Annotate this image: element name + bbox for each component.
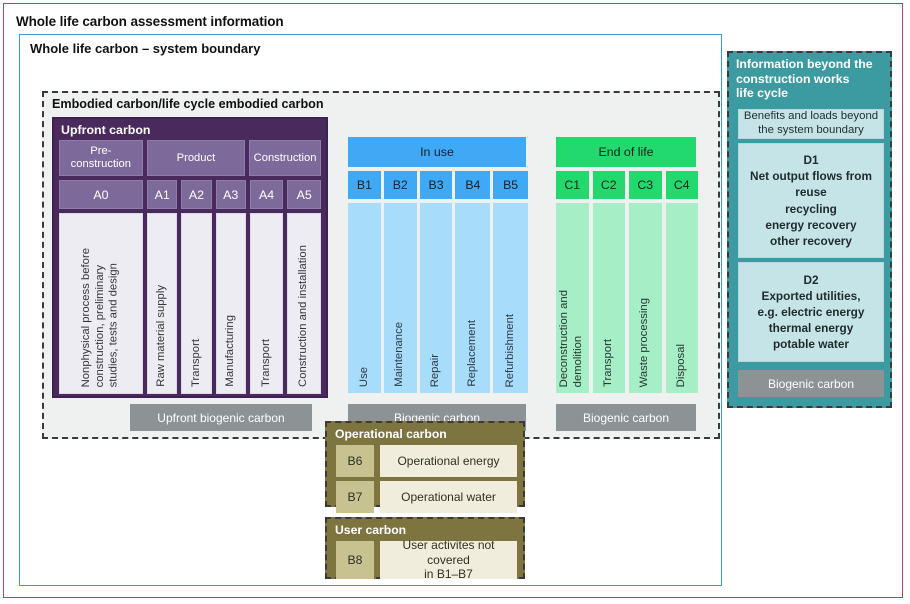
in-use-group: In use B1 B2 B3 B4 B5 Use Maintenance Re… [348, 137, 529, 393]
phase-pre-construction: Pre- construction [59, 140, 143, 176]
module-label: Transport [189, 339, 202, 387]
module-label: Repair [429, 353, 442, 387]
code-c3: C3 [629, 171, 662, 199]
code-a5: A5 [287, 180, 322, 209]
module-b2: Maintenance [383, 203, 417, 393]
user-row-b8: B8 User activites not covered in B1–B7 [336, 538, 517, 581]
upfront-module-row: Nonphysical process before construction,… [59, 213, 322, 394]
module-label: Nonphysical process before construction,… [80, 247, 120, 387]
end-of-life-header: End of life [556, 137, 696, 167]
module-a2: Transport [181, 213, 212, 394]
code-b4: B4 [455, 171, 491, 199]
module-b1: Use [348, 203, 381, 393]
module-label: Use [357, 366, 370, 387]
upfront-carbon-panel: Upfront carbon Pre- construction Product… [52, 117, 328, 398]
module-label: Manufacturing [223, 315, 236, 387]
module-label: Transport [601, 339, 614, 387]
phase-label: Construction [253, 151, 317, 164]
card-d1: D1 Net output flows from reuse recycling… [738, 143, 884, 258]
embodied-carbon-box: Embodied carbon/life cycle embodied carb… [42, 91, 720, 439]
code-a3: A3 [215, 180, 246, 209]
module-c1: Deconstruction and demolition [556, 203, 589, 393]
code-b6: B6 [336, 445, 374, 477]
code-a0: A0 [59, 180, 144, 209]
module-label: Transport [259, 339, 272, 387]
label-b6: Operational energy [380, 445, 517, 477]
code-a2: A2 [181, 180, 212, 209]
module-a0: Nonphysical process before construction,… [59, 213, 144, 394]
code-a1: A1 [147, 180, 178, 209]
code-b2: B2 [383, 171, 417, 199]
module-b5: Refurbishment [493, 203, 529, 393]
module-c2: Transport [592, 203, 625, 393]
module-a1: Raw material supply [147, 213, 178, 394]
user-carbon-title: User carbon [335, 523, 407, 537]
code-b3: B3 [419, 171, 453, 199]
code-c2: C2 [592, 171, 625, 199]
end-of-life-module-row: Deconstruction and demolition Transport … [556, 203, 698, 393]
module-b4: Replacement [455, 203, 491, 393]
operational-carbon-title: Operational carbon [335, 427, 447, 441]
module-c4: Disposal [665, 203, 698, 393]
module-a4: Transport [249, 213, 284, 394]
in-use-module-row: Use Maintenance Repair Replacement Refur… [348, 203, 529, 393]
card-d2: D2 Exported utilities, e.g. electric ene… [738, 262, 884, 362]
module-label: Deconstruction and demolition [558, 289, 585, 387]
module-label: Construction and installation [297, 245, 310, 387]
user-carbon-box: User carbon B8 User activites not covere… [325, 517, 525, 581]
biogenic-bar-beyond: Biogenic carbon [738, 370, 884, 397]
beyond-boundary-box: Information beyond the construction work… [727, 51, 892, 408]
code-b8: B8 [336, 541, 374, 579]
code-c4: C4 [665, 171, 698, 199]
end-of-life-code-row: C1 C2 C3 C4 [556, 171, 698, 199]
phase-product: Product [146, 140, 246, 176]
system-boundary-box: Whole life carbon – system boundary Embo… [19, 34, 722, 586]
code-b5: B5 [493, 171, 529, 199]
system-boundary-title: Whole life carbon – system boundary [30, 41, 261, 56]
upfront-carbon-title: Upfront carbon [61, 123, 151, 137]
phase-construction: Construction [249, 140, 321, 176]
in-use-code-row: B1 B2 B3 B4 B5 [348, 171, 529, 199]
page-title: Whole life carbon assessment information [16, 14, 284, 29]
code-b1: B1 [348, 171, 381, 199]
label-b8: User activites not covered in B1–B7 [380, 538, 517, 581]
code-b7: B7 [336, 481, 374, 513]
module-label: Replacement [465, 320, 478, 387]
upfront-code-row: A0 A1 A2 A3 A4 A5 [59, 180, 322, 209]
in-use-header: In use [348, 137, 526, 167]
beyond-boundary-subtitle: Benefits and loads beyond the system bou… [738, 109, 884, 139]
biogenic-bar-end-of-life: Biogenic carbon [556, 404, 696, 431]
upfront-phase-row: Pre- construction Product Construction [59, 140, 321, 176]
code-c1: C1 [556, 171, 589, 199]
module-c3: Waste processing [629, 203, 662, 393]
label-b7: Operational water [380, 481, 517, 513]
operational-row-b7: B7 Operational water [336, 481, 517, 513]
module-label: Refurbishment [503, 313, 516, 387]
module-a3: Manufacturing [215, 213, 246, 394]
operational-row-b6: B6 Operational energy [336, 445, 517, 477]
module-label: Maintenance [393, 322, 406, 387]
module-label: Disposal [674, 343, 687, 387]
phase-label: Pre- construction [70, 145, 131, 170]
end-of-life-group: End of life C1 C2 C3 C4 Deconstruction a… [556, 137, 698, 393]
embodied-carbon-title: Embodied carbon/life cycle embodied carb… [52, 97, 324, 111]
outer-frame: Whole life carbon assessment information… [3, 3, 903, 598]
biogenic-bar-upfront: Upfront biogenic carbon [130, 404, 312, 431]
phase-label: Product [176, 151, 216, 164]
module-a5: Construction and installation [287, 213, 322, 394]
beyond-boundary-title: Information beyond the construction work… [736, 57, 873, 100]
module-b3: Repair [419, 203, 453, 393]
code-a4: A4 [249, 180, 284, 209]
operational-carbon-box: Operational carbon B6 Operational energy… [325, 421, 525, 513]
module-label: Waste processing [638, 297, 651, 387]
module-label: Raw material supply [155, 285, 168, 387]
